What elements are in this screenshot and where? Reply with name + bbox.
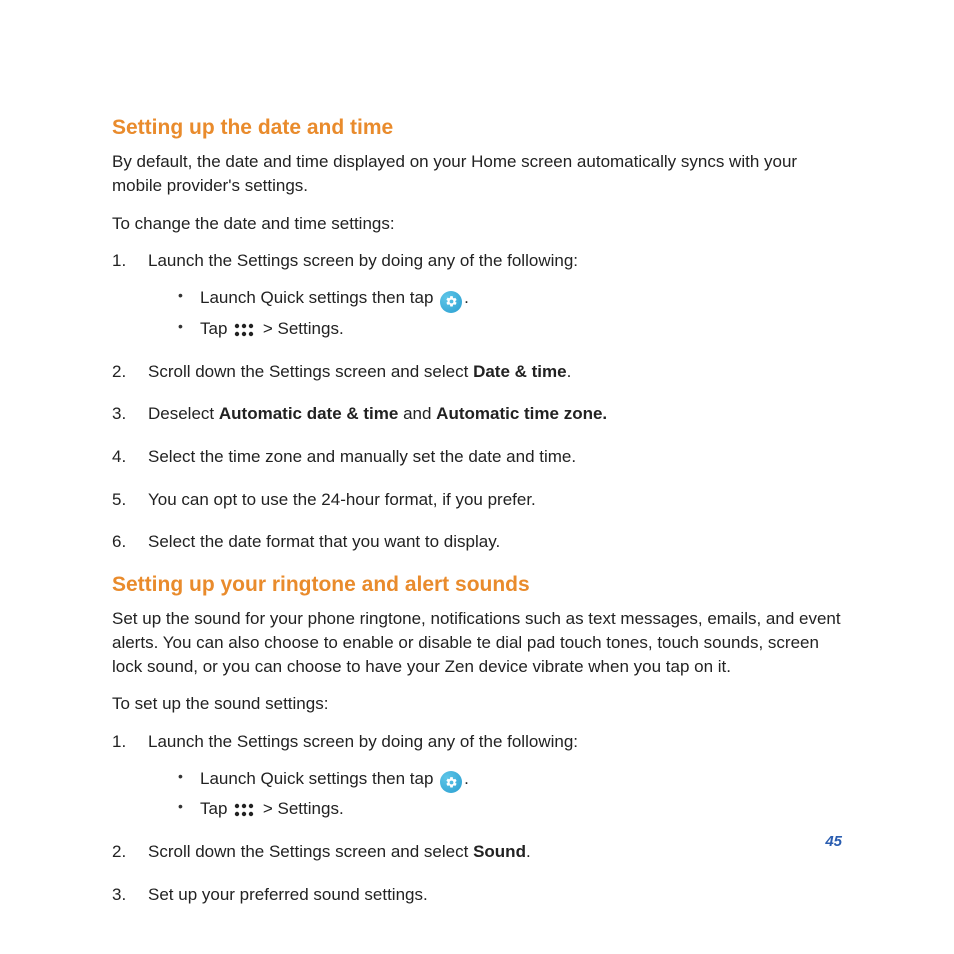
step-text-end: . (567, 362, 572, 381)
step-number: 2. (112, 840, 126, 865)
bold-label: Automatic date & time (219, 404, 398, 423)
substep-text-end: > Settings. (258, 799, 344, 818)
heading-ringtone: Setting up your ringtone and alert sound… (112, 573, 842, 597)
step-number: 6. (112, 530, 126, 555)
settings-gear-icon (440, 771, 462, 793)
substep-text: Launch Quick settings then tap (200, 288, 438, 307)
lead-ringtone: To set up the sound settings: (112, 692, 842, 716)
manual-page: Setting up the date and time By default,… (0, 0, 954, 954)
bold-label: Date & time (473, 362, 567, 381)
step-number: 1. (112, 249, 126, 274)
step-number: 2. (112, 360, 126, 385)
step-text: You can opt to use the 24-hour format, i… (148, 490, 536, 509)
substeps: Launch Quick settings then tap . Tap > S… (178, 284, 842, 342)
step-text: Launch the Settings screen by doing any … (148, 732, 578, 751)
step-3: 3. Deselect Automatic date & time and Au… (112, 402, 842, 427)
lead-date-time: To change the date and time settings: (112, 212, 842, 236)
substep-text-end: . (464, 288, 469, 307)
substep-text: Tap (200, 319, 232, 338)
step-text: Scroll down the Settings screen and sele… (148, 362, 473, 381)
step-1: 1. Launch the Settings screen by doing a… (112, 730, 842, 822)
substep-quick-settings: Launch Quick settings then tap . (178, 284, 842, 313)
page-number: 45 (825, 833, 842, 850)
intro-date-time: By default, the date and time displayed … (112, 150, 842, 198)
bold-label: Automatic time zone. (436, 404, 607, 423)
step-number: 3. (112, 402, 126, 427)
substep-tap-menu: Tap > Settings. (178, 795, 842, 822)
menu-dots-icon (234, 323, 254, 337)
substeps: Launch Quick settings then tap . Tap > S… (178, 765, 842, 823)
step-text: Scroll down the Settings screen and sele… (148, 842, 473, 861)
substep-text: Tap (200, 799, 232, 818)
step-2: 2. Scroll down the Settings screen and s… (112, 840, 842, 865)
step-5: 5. You can opt to use the 24-hour format… (112, 488, 842, 513)
step-2: 2. Scroll down the Settings screen and s… (112, 360, 842, 385)
steps-date-time: 1. Launch the Settings screen by doing a… (112, 249, 842, 555)
substep-tap-menu: Tap > Settings. (178, 315, 842, 342)
substep-text: Launch Quick settings then tap (200, 769, 438, 788)
menu-dots-icon (234, 803, 254, 817)
step-text: Select the date format that you want to … (148, 532, 500, 551)
step-number: 5. (112, 488, 126, 513)
step-text: Launch the Settings screen by doing any … (148, 251, 578, 270)
step-text-end: . (526, 842, 531, 861)
settings-gear-icon (440, 291, 462, 313)
step-number: 1. (112, 730, 126, 755)
step-6: 6. Select the date format that you want … (112, 530, 842, 555)
step-3: 3. Set up your preferred sound settings. (112, 883, 842, 908)
bold-label: Sound (473, 842, 526, 861)
steps-ringtone: 1. Launch the Settings screen by doing a… (112, 730, 842, 908)
substep-text-end: . (464, 769, 469, 788)
step-text: Set up your preferred sound settings. (148, 885, 428, 904)
step-text: Select the time zone and manually set th… (148, 447, 576, 466)
step-text-mid: and (398, 404, 436, 423)
intro-ringtone: Set up the sound for your phone ringtone… (112, 607, 842, 678)
step-4: 4. Select the time zone and manually set… (112, 445, 842, 470)
heading-date-time: Setting up the date and time (112, 116, 842, 140)
substep-text-end: > Settings. (258, 319, 344, 338)
step-1: 1. Launch the Settings screen by doing a… (112, 249, 842, 341)
substep-quick-settings: Launch Quick settings then tap . (178, 765, 842, 794)
step-text: Deselect (148, 404, 219, 423)
step-number: 4. (112, 445, 126, 470)
step-number: 3. (112, 883, 126, 908)
